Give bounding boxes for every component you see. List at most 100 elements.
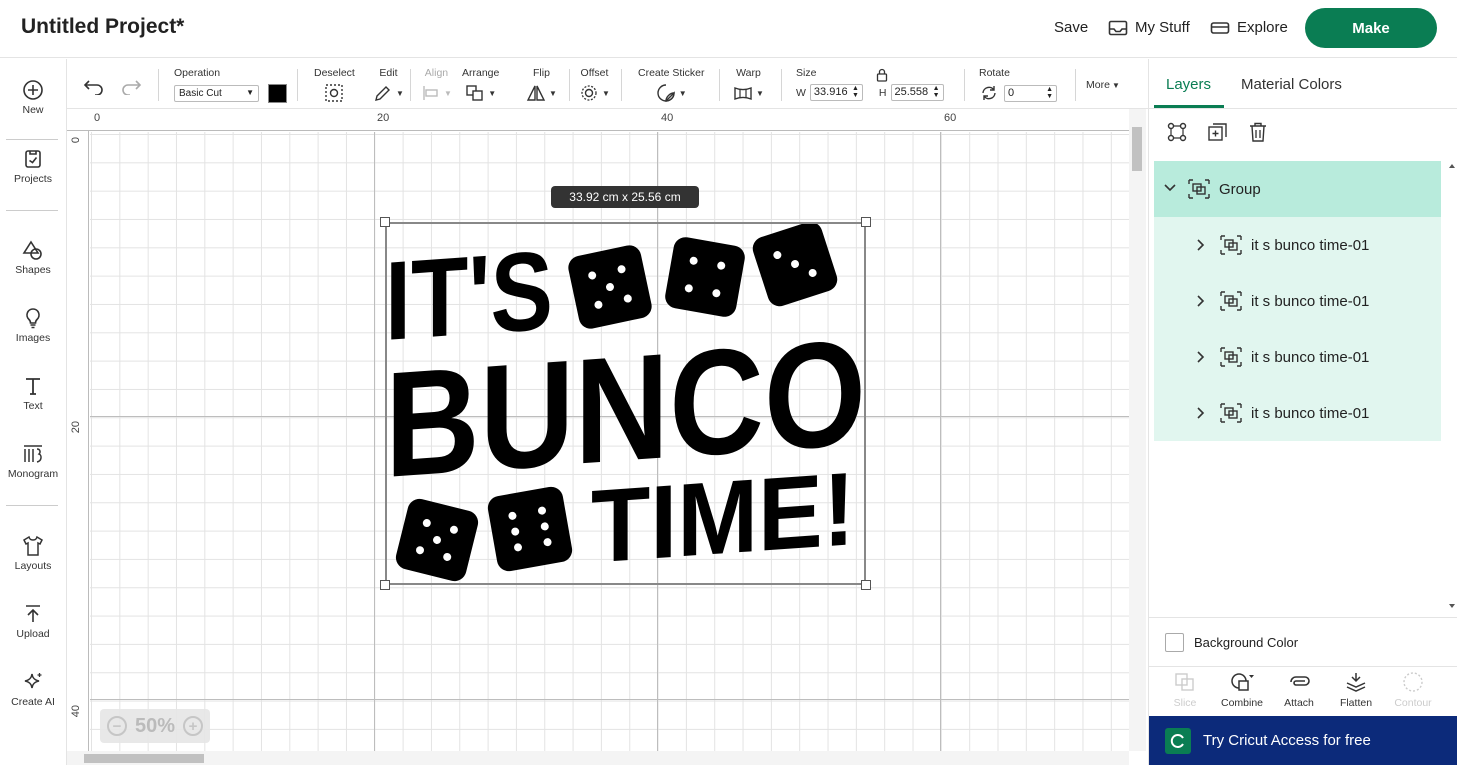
duplicate-icon[interactable]	[1207, 121, 1229, 143]
background-color-toggle[interactable]: Background Color	[1165, 633, 1298, 652]
cricut-access-banner[interactable]: Try Cricut Access for free	[1149, 716, 1457, 765]
selection-box[interactable]	[385, 222, 866, 585]
combine-button[interactable]: Combine	[1215, 671, 1269, 709]
chevron-down-icon: ▼	[549, 88, 557, 98]
redo-icon[interactable]	[120, 77, 142, 95]
left-sidebar: New Projects Shapes Images Text Monogram…	[0, 59, 67, 765]
sidebar-item-upload[interactable]: Upload	[0, 603, 66, 640]
operation-select[interactable]: Basic Cut ▼	[174, 85, 259, 102]
tab-layers[interactable]: Layers	[1166, 76, 1211, 93]
top-header: Untitled Project* Save My Stuff Explore …	[0, 0, 1457, 58]
more-button[interactable]: More ▼	[1086, 79, 1120, 91]
edit-toolbar: Operation Basic Cut ▼ Deselect Edit ▼ Ali…	[67, 59, 1148, 109]
chevron-down-icon: ▼	[444, 88, 452, 98]
project-title[interactable]: Untitled Project*	[21, 15, 184, 39]
layer-label: it s bunco time-01	[1251, 348, 1370, 366]
flatten-button[interactable]: Flatten	[1329, 671, 1383, 709]
save-button[interactable]: Save	[1054, 19, 1088, 36]
my-stuff-label: My Stuff	[1135, 19, 1190, 36]
rotate-input[interactable]: 0 ▲ ▼	[1004, 84, 1057, 102]
stepper-icon: ▲ ▼	[1046, 85, 1053, 100]
my-stuff-link[interactable]: My Stuff	[1108, 19, 1190, 36]
resize-handle[interactable]	[380, 580, 390, 590]
ruler-tick-label: 60	[944, 112, 957, 124]
toolbar-divider	[297, 69, 298, 101]
tab-material-colors[interactable]: Material Colors	[1241, 76, 1342, 93]
ruler-top: 0 20 40 60	[67, 109, 1129, 131]
layer-row[interactable]: it s bunco time-01	[1154, 217, 1441, 273]
zoom-control: − 50% +	[100, 709, 210, 743]
stepper-icon: ▲ ▼	[932, 85, 940, 99]
ruler-tick-label: 20	[377, 112, 390, 124]
sidebar-divider	[6, 210, 58, 211]
background-color-label: Background Color	[1194, 635, 1299, 650]
layer-row[interactable]: it s bunco time-01	[1154, 329, 1441, 385]
explore-icon	[1210, 21, 1230, 34]
sidebar-item-projects[interactable]: Projects	[0, 148, 66, 185]
sidebar-item-shapes[interactable]: Shapes	[0, 239, 66, 276]
chevron-right-icon[interactable]	[1196, 351, 1206, 363]
sidebar-item-images[interactable]: Images	[0, 307, 66, 344]
monogram-icon	[24, 445, 42, 463]
create-sticker-button[interactable]: Create Sticker ▼	[638, 67, 705, 102]
arrange-button[interactable]: Arrange ▼	[462, 67, 499, 102]
chevron-down-icon[interactable]	[1164, 182, 1178, 196]
resize-handle[interactable]	[861, 580, 871, 590]
chevron-right-icon[interactable]	[1196, 239, 1206, 251]
contour-button[interactable]: Contour	[1386, 671, 1440, 709]
edit-button[interactable]: Edit ▼	[373, 67, 404, 102]
toolbar-divider	[1075, 69, 1076, 101]
group-icon	[1220, 403, 1242, 423]
width-value: 33.916	[813, 86, 848, 98]
horizontal-scrollbar[interactable]	[67, 751, 1129, 765]
warp-button[interactable]: Warp ▼	[733, 67, 764, 102]
background-color-checkbox[interactable]	[1165, 633, 1184, 652]
design-canvas[interactable]: 0 20 40 60 0 20 40 IT'S BUNCO TIME! 33.9…	[67, 109, 1146, 765]
horizontal-scroll-thumb[interactable]	[84, 754, 204, 763]
layer-row[interactable]: it s bunco time-01	[1154, 385, 1441, 441]
vertical-scrollbar[interactable]	[1129, 109, 1146, 751]
trash-icon[interactable]	[1247, 121, 1269, 143]
sidebar-item-layouts[interactable]: Layouts	[0, 535, 66, 572]
attach-button[interactable]: Attach	[1272, 671, 1326, 709]
lock-icon[interactable]	[876, 68, 888, 82]
sidebar-item-new[interactable]: New	[0, 79, 66, 116]
resize-handle[interactable]	[861, 217, 871, 227]
sidebar-label-text: Text	[23, 400, 43, 412]
layer-row[interactable]: it s bunco time-01	[1154, 273, 1441, 329]
sidebar-item-monogram[interactable]: Monogram	[0, 443, 66, 480]
offset-button[interactable]: Offset ▼	[579, 67, 610, 102]
sidebar-item-text[interactable]: Text	[0, 375, 66, 412]
grid-major-line	[90, 699, 1129, 700]
zoom-in-icon[interactable]: +	[183, 716, 204, 736]
resize-handle[interactable]	[380, 217, 390, 227]
chevron-down-icon: ▼	[1111, 80, 1120, 90]
inbox-icon	[1108, 20, 1128, 35]
chevron-right-icon[interactable]	[1196, 295, 1206, 307]
width-input[interactable]: 33.916 ▲ ▼	[809, 84, 863, 101]
slice-button[interactable]: Slice	[1158, 671, 1212, 709]
size-label: Size	[796, 67, 817, 79]
operation-color-swatch[interactable]	[268, 84, 287, 103]
warp-icon	[734, 86, 752, 101]
height-input[interactable]: 25.558 ▲ ▼	[890, 84, 944, 101]
chevron-right-icon[interactable]	[1196, 407, 1206, 419]
zoom-out-icon[interactable]: −	[106, 716, 127, 736]
vertical-scroll-thumb[interactable]	[1132, 127, 1142, 171]
flip-button[interactable]: Flip ▼	[526, 67, 557, 102]
explore-link[interactable]: Explore	[1210, 19, 1288, 36]
make-button[interactable]: Make	[1305, 8, 1437, 48]
align-label: Align	[424, 67, 449, 79]
pencil-icon	[375, 86, 390, 101]
align-button[interactable]: Align ▼	[421, 67, 452, 102]
zoom-value: 50%	[134, 714, 176, 737]
ruler-tick-label: 40	[661, 112, 674, 124]
sidebar-label-shapes: Shapes	[15, 264, 51, 276]
panel-scrollbar[interactable]	[1447, 161, 1457, 611]
deselect-button[interactable]: Deselect	[314, 67, 355, 102]
sidebar-item-create-ai[interactable]: Create AI	[0, 671, 66, 708]
undo-icon[interactable]	[83, 77, 105, 95]
ruler-tick-label: 20	[70, 421, 82, 434]
ungroup-icon[interactable]	[1166, 121, 1188, 143]
layer-group-row[interactable]: Group	[1154, 161, 1441, 217]
